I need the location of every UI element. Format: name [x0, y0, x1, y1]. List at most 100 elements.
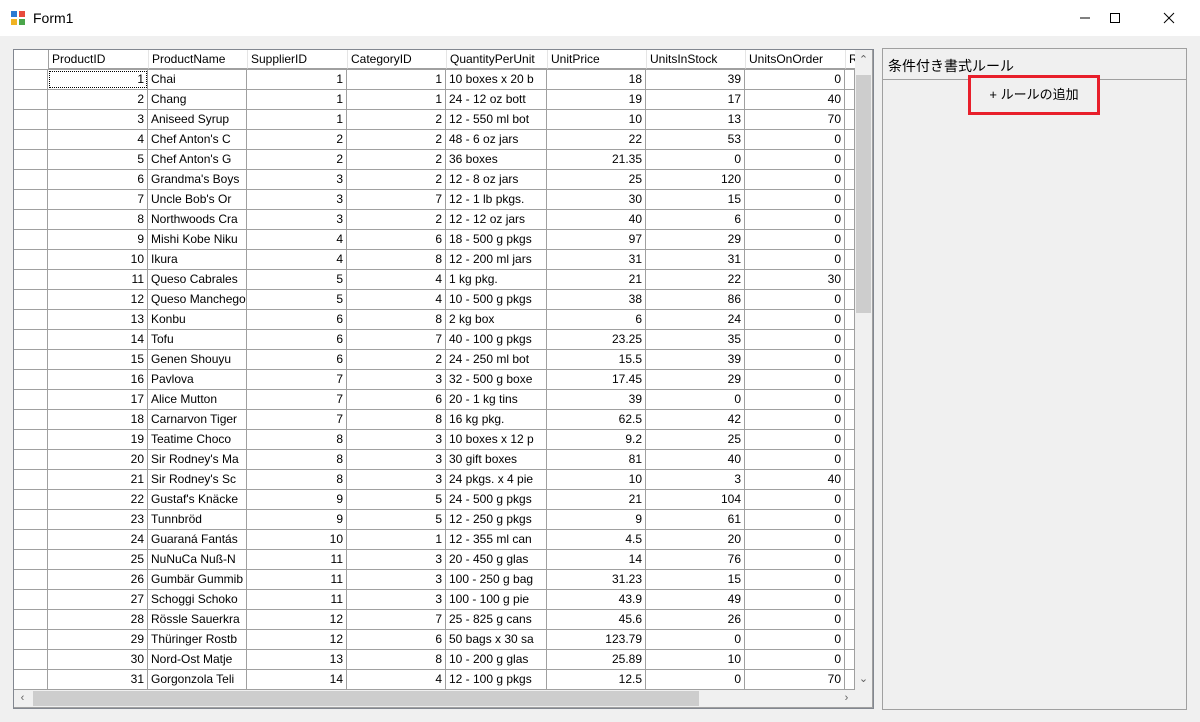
table-cell[interactable]: 20 - 1 kg tins	[446, 390, 547, 409]
table-cell[interactable]: 14	[547, 550, 646, 569]
table-cell[interactable]	[845, 670, 855, 689]
row-header[interactable]	[14, 570, 48, 589]
table-cell[interactable]: 17	[48, 390, 148, 409]
table-cell[interactable]: 50 bags x 30 sa	[446, 630, 547, 649]
row-header[interactable]	[14, 170, 48, 189]
table-cell[interactable]: 1	[48, 70, 148, 89]
table-cell[interactable]	[845, 650, 855, 669]
row-header[interactable]	[14, 310, 48, 329]
table-cell[interactable]	[845, 90, 855, 109]
table-cell[interactable]: 35	[646, 330, 745, 349]
table-cell[interactable]: 12 - 200 ml jars	[446, 250, 547, 269]
vertical-scrollbar[interactable]: ⌃ ⌄	[855, 50, 872, 690]
table-cell[interactable]: 0	[745, 450, 845, 469]
row-header[interactable]	[14, 70, 48, 89]
row-header[interactable]	[14, 530, 48, 549]
table-cell[interactable]: 40	[745, 470, 845, 489]
table-cell[interactable]	[845, 170, 855, 189]
table-cell[interactable]: 13	[48, 310, 148, 329]
table-cell[interactable]: 2	[247, 130, 347, 149]
scroll-up-icon[interactable]: ⌃	[855, 52, 872, 69]
table-row[interactable]: 24 Guaraná Fantás 10 1 12 - 355 ml can 4.5 20 0	[14, 530, 855, 550]
row-header[interactable]	[14, 90, 48, 109]
table-cell[interactable]: Aniseed Syrup	[148, 110, 247, 129]
table-cell[interactable]: 10	[247, 530, 347, 549]
table-cell[interactable]: 0	[745, 190, 845, 209]
table-cell[interactable]: 43.9	[547, 590, 646, 609]
table-cell[interactable]: 18	[547, 70, 646, 89]
table-row[interactable]: 31 Gorgonzola Teli 14 4 12 - 100 g pkgs 12.5 0…	[14, 670, 855, 690]
table-cell[interactable]: 10	[48, 250, 148, 269]
vertical-scroll-thumb[interactable]	[856, 75, 871, 313]
row-header[interactable]	[14, 630, 48, 649]
table-cell[interactable]	[845, 410, 855, 429]
table-cell[interactable]: 0	[745, 590, 845, 609]
table-row[interactable]: 28 Rössle Sauerkra 12 7 25 - 825 g cans 45.6 2…	[14, 610, 855, 630]
table-cell[interactable]: 3	[347, 430, 446, 449]
table-cell[interactable]: 27	[48, 590, 148, 609]
table-cell[interactable]: 26	[48, 570, 148, 589]
table-cell[interactable]: Rössle Sauerkra	[148, 610, 247, 629]
table-cell[interactable]	[845, 350, 855, 369]
table-cell[interactable]: 11	[48, 270, 148, 289]
table-cell[interactable]: Pavlova	[148, 370, 247, 389]
table-cell[interactable]: 0	[745, 510, 845, 529]
table-cell[interactable]: 30 gift boxes	[446, 450, 547, 469]
table-cell[interactable]: 1	[247, 110, 347, 129]
table-row[interactable]: 1 Chai 1 1 10 boxes x 20 b 18 39 0	[14, 70, 855, 90]
grid-corner-header[interactable]	[14, 50, 49, 70]
table-cell[interactable]: 5	[347, 510, 446, 529]
table-cell[interactable]: 3	[48, 110, 148, 129]
table-cell[interactable]: 7	[247, 390, 347, 409]
table-cell[interactable]: 76	[646, 550, 745, 569]
table-cell[interactable]: 4	[347, 290, 446, 309]
table-cell[interactable]: 7	[347, 330, 446, 349]
table-cell[interactable]: 3	[247, 190, 347, 209]
table-cell[interactable]: 70	[745, 110, 845, 129]
table-cell[interactable]: 24 pkgs. x 4 pie	[446, 470, 547, 489]
table-cell[interactable]	[845, 250, 855, 269]
table-cell[interactable]: 2	[347, 150, 446, 169]
table-cell[interactable]: 10 - 500 g pkgs	[446, 290, 547, 309]
table-cell[interactable]: 24	[646, 310, 745, 329]
column-header-unitsonorder[interactable]: UnitsOnOrder	[746, 50, 846, 69]
table-cell[interactable]: 21.35	[547, 150, 646, 169]
table-cell[interactable]: 18 - 500 g pkgs	[446, 230, 547, 249]
row-header[interactable]	[14, 510, 48, 529]
table-cell[interactable]: Uncle Bob's Or	[148, 190, 247, 209]
table-cell[interactable]: 25	[48, 550, 148, 569]
table-cell[interactable]: 0	[646, 630, 745, 649]
table-cell[interactable]: 7	[347, 610, 446, 629]
table-cell[interactable]: 8	[247, 430, 347, 449]
table-cell[interactable]: 6	[547, 310, 646, 329]
table-row[interactable]: 2 Chang 1 1 24 - 12 oz bott 19 17 40	[14, 90, 855, 110]
table-cell[interactable]: 10 boxes x 12 p	[446, 430, 547, 449]
table-cell[interactable]: 0	[745, 230, 845, 249]
row-header[interactable]	[14, 130, 48, 149]
table-cell[interactable]: 104	[646, 490, 745, 509]
table-cell[interactable]: 6	[347, 390, 446, 409]
table-cell[interactable]: Alice Mutton	[148, 390, 247, 409]
table-row[interactable]: 13 Konbu 6 8 2 kg box 6 24 0	[14, 310, 855, 330]
table-row[interactable]: 18 Carnarvon Tiger 7 8 16 kg pkg. 62.5 42 0	[14, 410, 855, 430]
table-cell[interactable]: 12 - 250 g pkgs	[446, 510, 547, 529]
table-cell[interactable]: 0	[745, 290, 845, 309]
row-header[interactable]	[14, 430, 48, 449]
table-cell[interactable]: 3	[347, 450, 446, 469]
table-cell[interactable]: 10	[547, 470, 646, 489]
table-cell[interactable]: 97	[547, 230, 646, 249]
row-header[interactable]	[14, 270, 48, 289]
table-cell[interactable]: 53	[646, 130, 745, 149]
table-cell[interactable]: 26	[646, 610, 745, 629]
table-cell[interactable]: 1	[347, 530, 446, 549]
table-cell[interactable]: Tunnbröd	[148, 510, 247, 529]
table-cell[interactable]: 28	[48, 610, 148, 629]
table-cell[interactable]: 30	[48, 650, 148, 669]
table-cell[interactable]: 2 kg box	[446, 310, 547, 329]
table-row[interactable]: 5 Chef Anton's G 2 2 36 boxes 21.35 0 0	[14, 150, 855, 170]
table-row[interactable]: 22 Gustaf's Knäcke 9 5 24 - 500 g pkgs 21 104 0	[14, 490, 855, 510]
table-cell[interactable]: Nord-Ost Matje	[148, 650, 247, 669]
table-cell[interactable]: 10	[646, 650, 745, 669]
table-cell[interactable]: 0	[745, 370, 845, 389]
table-cell[interactable]: 14	[247, 670, 347, 689]
